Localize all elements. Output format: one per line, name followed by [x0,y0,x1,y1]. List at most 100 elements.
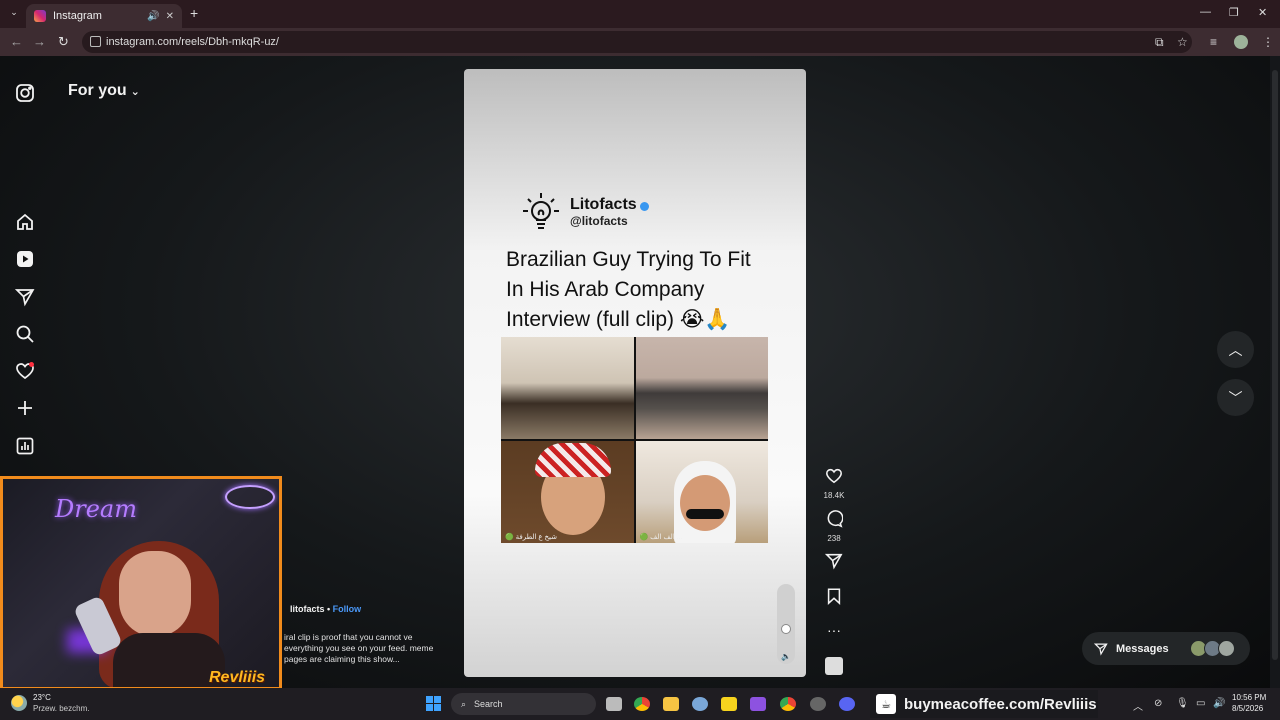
save-button[interactable] [822,587,846,610]
browser-tab[interactable]: Instagram 🔊 ✕ [26,4,182,28]
back-button[interactable]: ← [10,34,23,49]
video-grid: 🟢 شيخ ع الطرفة 🟢 الف الف ... [501,337,768,543]
coffee-cup-icon: ☕ [876,694,896,714]
close-window-button[interactable]: ✕ [1258,6,1267,19]
video-tile-sofa [635,337,768,439]
share-button[interactable] [822,552,846,575]
weather-temperature[interactable]: 23°C [33,693,51,702]
page-scrollbar[interactable] [1270,56,1280,688]
notifications-heart-icon[interactable] [15,361,35,381]
feed-selector-label: For you [68,82,127,99]
volume-slider[interactable]: 🔈 [777,584,795,664]
video-tile-label: 🟢 الف الف ... [639,534,683,541]
reel-author: litofacts • Follow [290,604,361,614]
bookmark-star-icon[interactable]: ☆ [1177,35,1188,49]
comment-count: 238 [827,534,841,543]
direct-send-icon[interactable] [14,287,35,307]
comment-button[interactable]: 238 [822,510,846,543]
reel-caption[interactable]: iral clip is proof that you cannot ve ev… [284,632,454,665]
reel-headline: Brazilian Guy Trying To Fit In His Arab … [506,248,751,331]
audio-track-thumbnail[interactable] [825,657,843,675]
buymeacoffee-link: buymeacoffee.com/Revliiis [904,695,1097,713]
comment-icon [827,510,844,528]
home-icon[interactable] [15,212,35,232]
volume-slider-knob[interactable] [781,624,791,634]
media-controls-icon[interactable]: ≡ [1210,35,1217,49]
heart-icon [826,468,842,484]
taskbar-search[interactable]: ⌕ Search [451,693,596,715]
sticky-notes-icon[interactable] [721,697,737,711]
messages-button[interactable]: Messages [1082,632,1250,665]
discord-icon[interactable] [839,697,855,711]
install-app-icon[interactable]: ⧉ [1155,35,1164,50]
messages-send-icon [1094,642,1108,656]
chrome-icon[interactable] [634,697,650,711]
previous-reel-button[interactable]: ︿ [1217,331,1254,368]
reload-button[interactable]: ↻ [58,34,69,50]
tab-search-icon[interactable]: ⌄ [6,7,22,21]
minimize-button[interactable]: — [1200,6,1211,18]
instagram-logo-icon[interactable] [15,83,35,103]
channel-name: Litofacts [570,196,637,213]
volume-icon[interactable]: 🔈 [781,652,791,661]
insights-icon[interactable] [15,436,35,456]
reel-video[interactable]: Litofacts @litofacts Brazilian Guy Tryin… [464,69,806,677]
new-tab-button[interactable]: + [190,5,198,21]
site-info-icon[interactable] [90,36,101,47]
tab-close-icon[interactable]: ✕ [166,11,174,22]
restore-button[interactable]: ❐ [1229,6,1239,19]
taskbar-search-label: Search [474,699,503,709]
display-icon[interactable]: ▭ [1196,698,1205,709]
keffiyeh [535,443,611,477]
message-avatar [1218,640,1235,657]
messages-label: Messages [1116,642,1169,655]
streamer-webcam: Dream Revliiis [0,476,282,690]
weather-icon[interactable] [11,695,27,711]
person-face [679,475,730,531]
create-plus-icon[interactable] [15,398,35,418]
chevron-down-icon: ⌄ [130,86,140,98]
tab-audio-icon[interactable]: 🔊 [147,11,159,22]
tray-overflow-icon[interactable]: ︿ [1133,698,1143,713]
clock-date[interactable]: 8/5/2026 [1232,704,1263,713]
lightbulb-logo-icon [523,193,559,229]
search-icon: ⌕ [461,698,467,709]
share-send-icon [824,553,843,570]
buymeacoffee-overlay: ☕ buymeacoffee.com/Revliiis [870,690,1098,718]
settings-icon[interactable] [692,697,708,711]
video-tile-label: 🟢 شيخ ع الطرفة [505,534,558,541]
task-view-icon[interactable] [606,697,622,711]
browser-menu-icon[interactable]: ⋮ [1262,35,1274,49]
weather-description[interactable]: Przew. bezchm. [33,704,89,713]
profile-avatar[interactable] [1234,35,1248,49]
obs-icon[interactable] [810,697,826,711]
network-off-icon[interactable]: ⊘ [1154,698,1162,709]
streamer-face [119,551,191,637]
author-name[interactable]: litofacts [290,604,325,614]
chrome-active-icon[interactable] [780,697,796,711]
forward-button[interactable]: → [33,34,46,49]
video-tile-living-room [501,337,634,439]
chevron-up-icon: ︿ [1228,341,1243,358]
speaker-icon[interactable]: 🔊 [1213,698,1225,709]
file-explorer-icon[interactable] [663,697,679,711]
follow-button[interactable]: Follow [333,604,362,614]
reels-icon[interactable] [15,249,35,269]
video-tile-candidate: 🟢 شيخ ع الطرفة [501,441,634,543]
verified-badge-icon [640,202,649,211]
like-count: 18.4K [823,491,845,500]
microphone-icon[interactable]: 🎙 [1176,698,1189,709]
windows-start-icon[interactable] [426,696,441,711]
next-reel-button[interactable]: ﹀ [1217,379,1254,416]
url-text: instagram.com/reels/Dbh-mkqR-uz/ [106,36,279,48]
scrollbar-thumb[interactable] [1272,70,1278,660]
search-icon[interactable] [15,324,35,344]
like-button[interactable]: 18.4K [822,467,846,500]
more-options-icon[interactable]: ··· [822,622,846,638]
chevron-down-icon: ﹀ [1228,389,1243,406]
feed-selector[interactable]: For you ⌄ [68,82,140,100]
url-input[interactable]: instagram.com/reels/Dbh-mkqR-uz/ [82,31,1192,53]
clock-time[interactable]: 10:56 PM [1232,693,1266,702]
app-icon[interactable] [750,697,766,711]
author-separator: • [324,604,333,614]
